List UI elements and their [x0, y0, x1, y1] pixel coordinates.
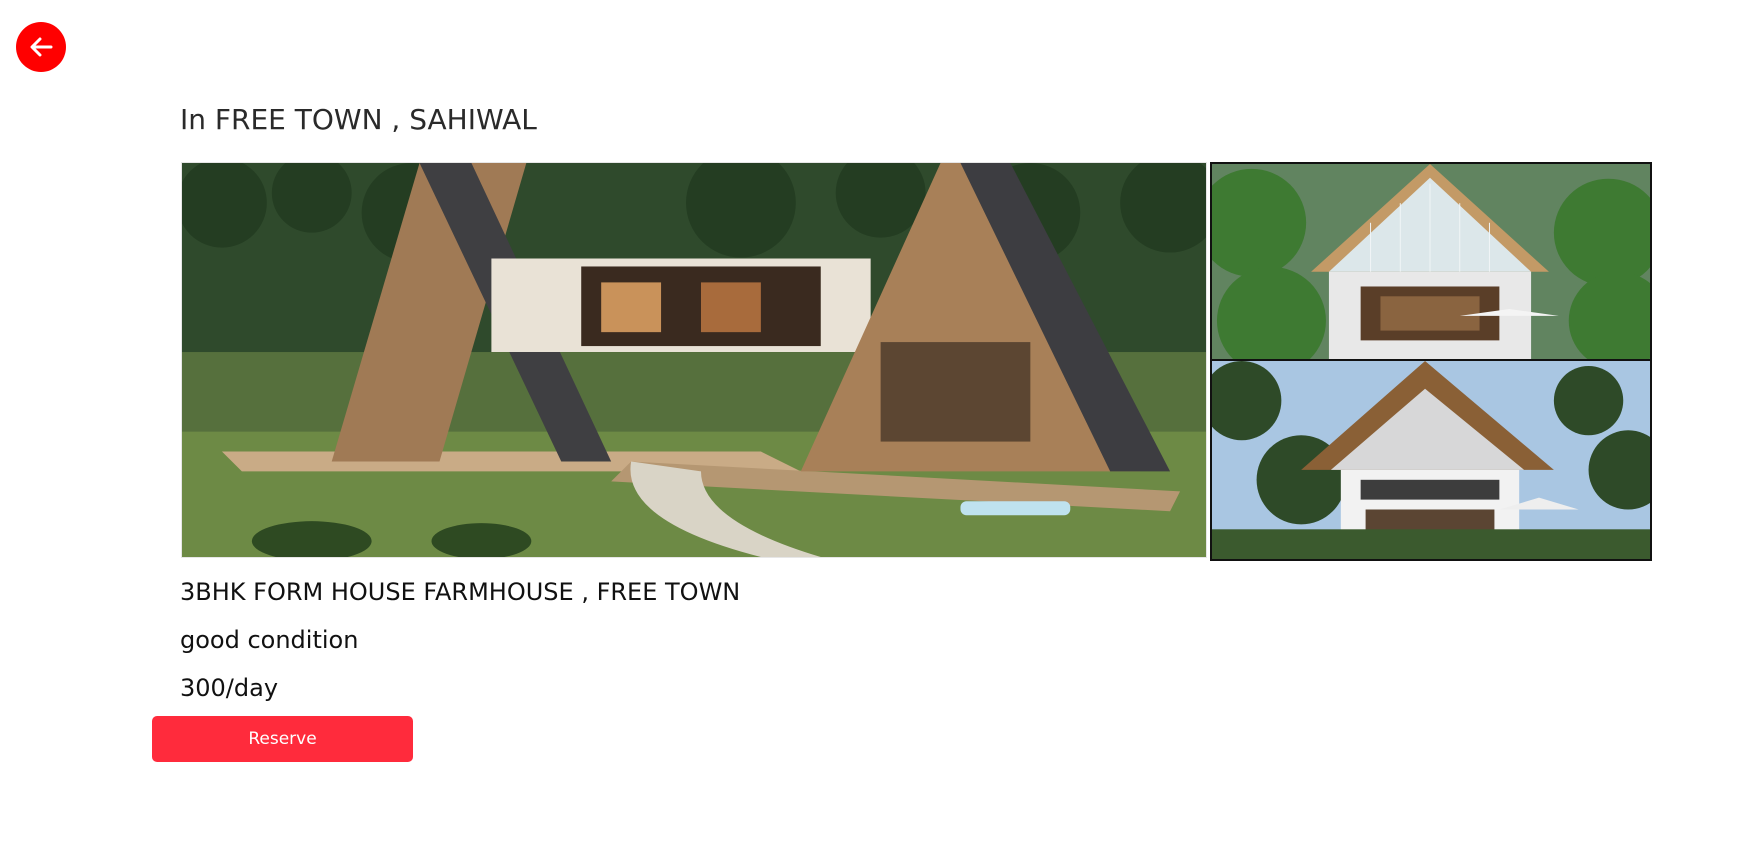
page-title: In FREE TOWN , SAHIWAL	[180, 103, 537, 136]
reserve-button[interactable]: Reserve	[152, 716, 413, 762]
main-photo[interactable]	[181, 162, 1207, 558]
listing-condition: good condition	[180, 626, 359, 654]
secondary-photo-top[interactable]	[1210, 162, 1652, 361]
photo-gallery	[181, 162, 1655, 561]
listing-title: 3BHK FORM HOUSE FARMHOUSE , FREE TOWN	[180, 578, 741, 606]
listing-price: 300/day	[180, 674, 279, 702]
back-button[interactable]	[16, 22, 66, 72]
arrow-left-icon	[30, 37, 53, 57]
secondary-photo-bottom[interactable]	[1210, 361, 1652, 561]
